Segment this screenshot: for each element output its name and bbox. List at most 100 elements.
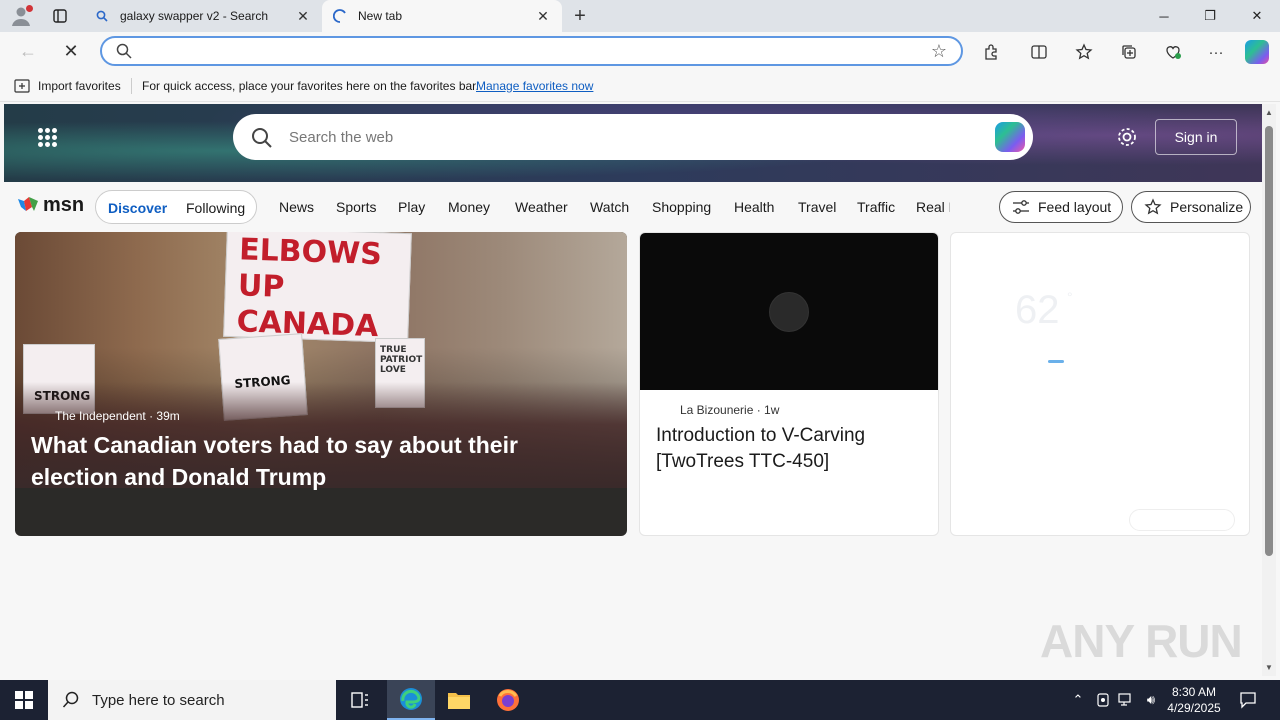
tab-search[interactable]: galaxy swapper v2 - Search ✕ — [84, 0, 322, 32]
category-sports[interactable]: Sports — [336, 199, 376, 215]
windows-logo-icon — [15, 691, 33, 709]
extensions-icon[interactable] — [980, 41, 1002, 63]
minimize-button[interactable]: ─ — [1141, 0, 1187, 32]
category-weather[interactable]: Weather — [515, 199, 568, 215]
edge-taskbar-button[interactable] — [387, 680, 435, 720]
star-edit-icon — [1144, 198, 1162, 215]
category-money[interactable]: Money — [448, 199, 490, 215]
scroll-up-icon[interactable]: ▲ — [1265, 108, 1273, 117]
show-hidden-icons[interactable]: ⌃ — [1068, 680, 1088, 720]
tab-discover[interactable]: Discover — [108, 200, 167, 216]
tab-new-tab[interactable]: New tab ✕ — [322, 0, 562, 32]
tab-actions-button[interactable] — [48, 5, 72, 27]
import-icon — [14, 78, 30, 93]
notifications-icon[interactable] — [1236, 680, 1260, 720]
collections-icon[interactable] — [1118, 41, 1140, 63]
category-news[interactable]: News — [279, 199, 314, 215]
windows-taskbar: Type here to search ⌃ 🔊︎ 8:30 AM 4/29/20… — [0, 680, 1280, 720]
scroll-thumb[interactable] — [1265, 126, 1273, 556]
weather-card[interactable]: 62 ° — [950, 232, 1250, 536]
page-scrollbar[interactable]: ▲ ▼ — [1262, 104, 1276, 676]
category-real-estate[interactable]: Real E — [916, 199, 950, 215]
loading-icon — [332, 8, 348, 24]
profile-button[interactable] — [8, 4, 34, 28]
address-bar[interactable]: ☆ — [100, 36, 963, 66]
sliders-icon — [1013, 200, 1029, 214]
taskbar-search[interactable]: Type here to search — [48, 680, 336, 720]
start-button[interactable] — [0, 680, 48, 720]
video-thumbnail — [640, 233, 938, 390]
taskbar-search-placeholder: Type here to search — [92, 691, 225, 709]
restore-button[interactable]: ❐ — [1187, 0, 1233, 32]
loading-spinner-icon — [769, 292, 809, 332]
scroll-down-icon[interactable]: ▼ — [1265, 663, 1273, 672]
favorites-bar-message: For quick access, place your favorites h… — [142, 78, 479, 93]
task-view-icon — [351, 692, 368, 708]
device-icon[interactable] — [1094, 680, 1112, 720]
news-source: The Independent · 39m — [55, 409, 180, 423]
personalize-button[interactable]: Personalize — [1131, 191, 1251, 223]
category-travel[interactable]: Travel — [798, 199, 836, 215]
network-icon[interactable] — [1117, 680, 1135, 720]
edge-icon — [400, 688, 422, 710]
manage-favorites-link[interactable]: Manage favorites now — [476, 79, 593, 93]
browser-essentials-icon[interactable] — [1162, 41, 1184, 63]
protest-sign-top: ELBOWS UP CANADA — [223, 232, 412, 344]
volume-icon[interactable]: 🔊︎ — [1141, 680, 1161, 720]
task-view-button[interactable] — [336, 680, 384, 720]
feed-layout-label: Feed layout — [1038, 199, 1112, 215]
stop-loading-button[interactable]: ✕ — [57, 37, 85, 65]
firefox-taskbar-button[interactable] — [484, 680, 532, 720]
feed-pivot: Discover Following — [95, 190, 257, 224]
notification-dot — [26, 5, 33, 12]
favorites-bar: Import favorites For quick access, place… — [0, 70, 1280, 102]
msn-brand: msn — [43, 194, 85, 216]
import-favorites-button[interactable]: Import favorites — [14, 79, 121, 93]
feed-layout-button[interactable]: Feed layout — [999, 191, 1123, 223]
copilot-icon[interactable] — [995, 122, 1025, 152]
category-traffic[interactable]: Traffic — [857, 199, 895, 215]
search-icon — [116, 43, 132, 59]
anyrun-watermark: ANY RUN — [1040, 615, 1243, 667]
close-window-button[interactable]: ✕ — [1234, 0, 1280, 32]
msn-page: Search the web Sign in msn Discover Foll… — [4, 104, 1262, 676]
system-clock[interactable]: 8:30 AM 4/29/2025 — [1162, 684, 1226, 716]
category-watch[interactable]: Watch — [590, 199, 629, 215]
weather-placeholder — [1129, 509, 1235, 531]
category-shopping[interactable]: Shopping — [652, 199, 711, 215]
weather-loading-bar — [1048, 360, 1064, 363]
tab-label: galaxy swapper v2 - Search — [120, 9, 269, 23]
search-icon — [94, 8, 110, 24]
tab-strip: galaxy swapper v2 - Search ✕ New tab ✕ +… — [0, 0, 1280, 32]
close-tab-icon[interactable]: ✕ — [534, 7, 552, 25]
split-screen-icon[interactable] — [1028, 41, 1050, 63]
msn-nav-row: msn Discover Following News Sports Play … — [4, 182, 1262, 232]
import-favorites-label: Import favorites — [38, 78, 121, 93]
firefox-icon — [497, 689, 519, 711]
news-card-main[interactable]: ELBOWS UP CANADA STRONG STRONG TRUE PATR… — [15, 232, 627, 536]
settings-gear-icon[interactable] — [1116, 126, 1138, 148]
video-source: La Bizounerie · 1w — [680, 403, 780, 417]
file-explorer-button[interactable] — [435, 680, 483, 720]
copilot-icon[interactable] — [1245, 40, 1269, 64]
video-title[interactable]: Introduction to V-Carving [TwoTrees TTC-… — [656, 423, 926, 475]
category-play[interactable]: Play — [398, 199, 425, 215]
back-button[interactable]: ← — [14, 37, 42, 65]
close-tab-icon[interactable]: ✕ — [294, 7, 312, 25]
clock-time: 8:30 AM — [1171, 685, 1217, 699]
app-launcher-icon[interactable] — [38, 128, 58, 148]
favorite-star-icon[interactable]: ☆ — [931, 41, 947, 62]
more-options-icon[interactable]: ··· — [1205, 41, 1227, 63]
search-icon — [252, 128, 272, 148]
browser-toolbar: ← ✕ ☆ ··· — [0, 32, 1280, 70]
msn-logo[interactable]: msn — [16, 194, 84, 217]
new-tab-button[interactable]: + — [568, 4, 592, 28]
favorites-icon[interactable] — [1073, 41, 1095, 63]
tab-following[interactable]: Following — [186, 200, 245, 216]
video-card[interactable]: La Bizounerie · 1w Introduction to V-Car… — [639, 232, 939, 536]
category-health[interactable]: Health — [734, 199, 774, 215]
search-placeholder: Search the web — [289, 129, 394, 146]
web-search-box[interactable]: Search the web — [233, 114, 1033, 160]
news-headline[interactable]: What Canadian voters had to say about th… — [31, 429, 591, 493]
sign-in-button[interactable]: Sign in — [1155, 119, 1237, 155]
